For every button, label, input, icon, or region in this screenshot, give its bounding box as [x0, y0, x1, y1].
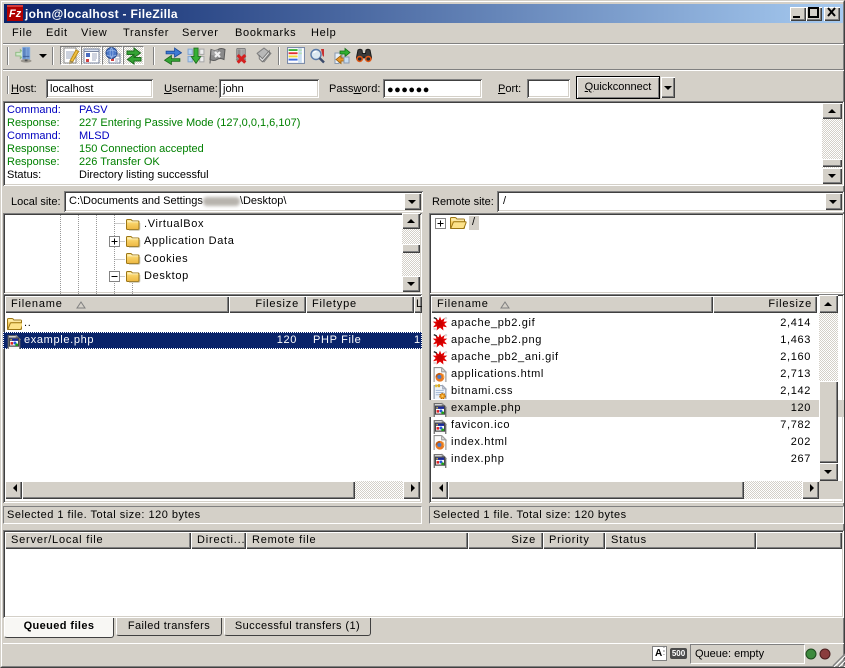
svg-text:Fz: Fz [9, 8, 22, 20]
